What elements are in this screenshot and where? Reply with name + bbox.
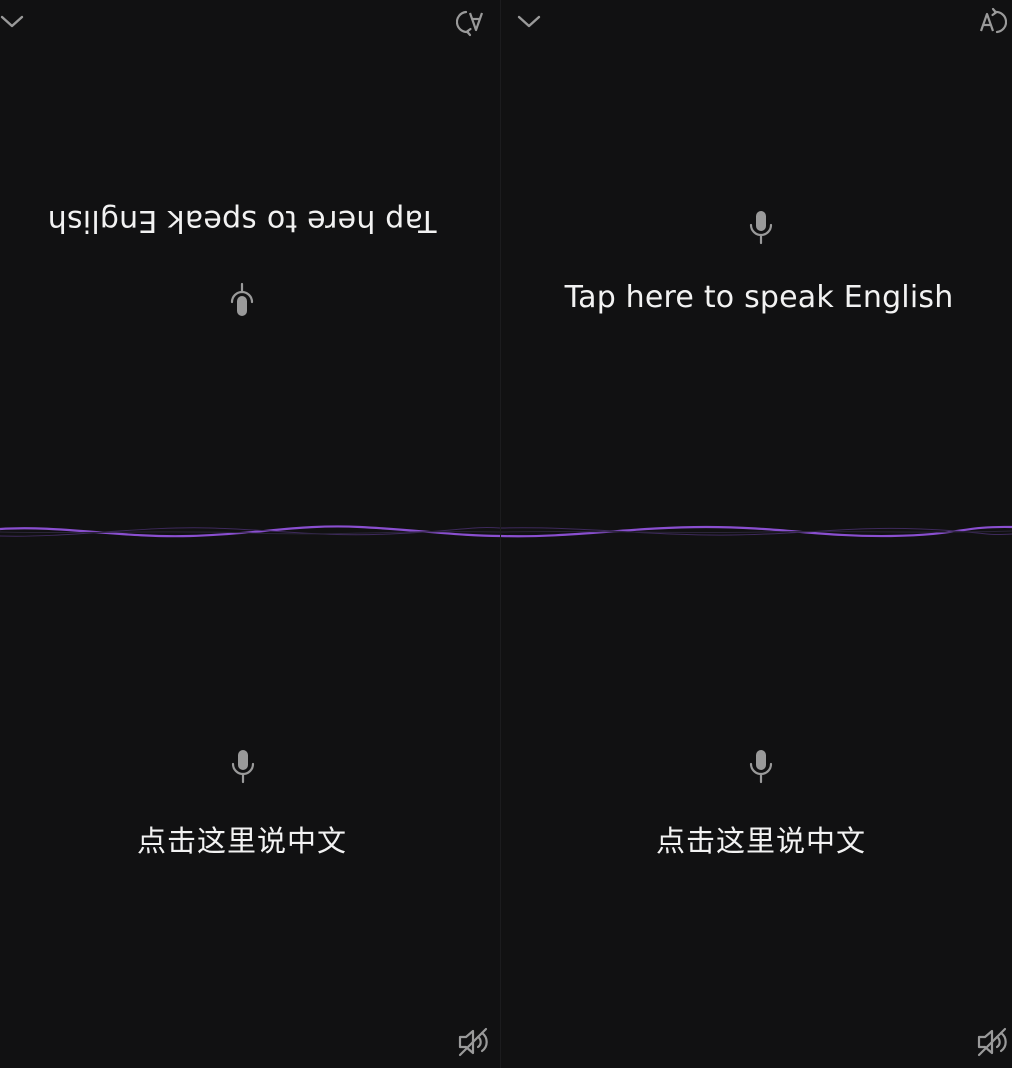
microphone-icon[interactable] <box>746 748 776 786</box>
rotate-text-icon[interactable] <box>456 6 488 38</box>
english-prompt[interactable]: Tap here to speak English <box>557 280 961 315</box>
speaker-muted-icon[interactable] <box>975 1026 1009 1058</box>
voice-wave <box>501 525 1012 538</box>
conversation-translate-screen: Tap here to speak English 点击这里说中文 Tap he… <box>0 0 1012 1068</box>
microphone-icon[interactable] <box>228 748 258 786</box>
english-prompt[interactable]: Tap here to speak English <box>40 203 444 238</box>
microphone-icon[interactable] <box>227 280 257 318</box>
chevron-down-icon[interactable] <box>517 10 543 32</box>
chevron-down-icon[interactable] <box>0 10 26 32</box>
right-pane: Tap here to speak English 点击这里说中文 <box>501 0 1012 1068</box>
speaker-muted-icon[interactable] <box>456 1026 490 1058</box>
chinese-prompt[interactable]: 点击这里说中文 <box>92 818 392 860</box>
rotate-text-icon[interactable] <box>975 6 1007 38</box>
left-pane: Tap here to speak English 点击这里说中文 <box>0 0 500 1068</box>
chinese-prompt[interactable]: 点击这里说中文 <box>611 818 911 860</box>
microphone-icon[interactable] <box>746 209 776 247</box>
voice-wave <box>0 525 500 538</box>
